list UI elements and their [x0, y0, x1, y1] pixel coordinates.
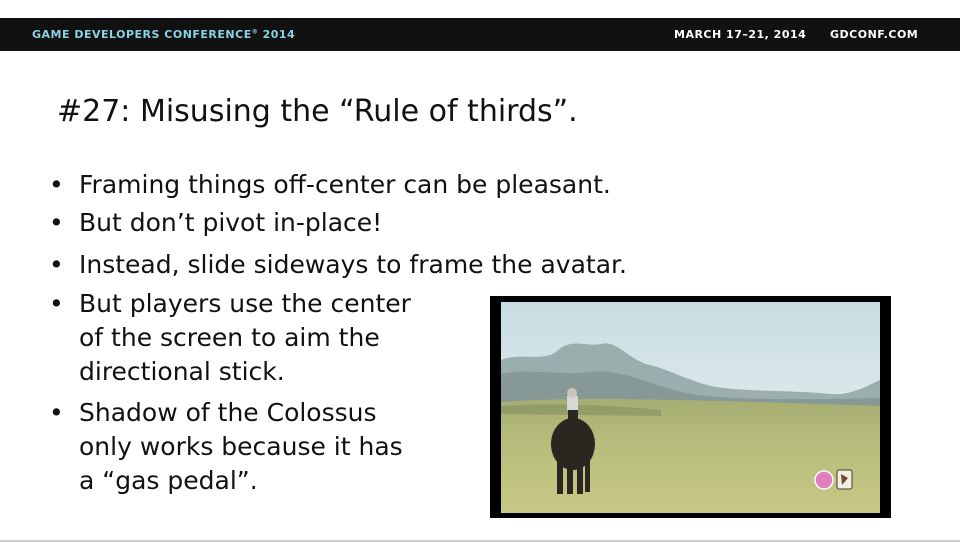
bullet-text: But don’t pivot in-place!: [79, 208, 383, 237]
horse-leg: [585, 458, 590, 492]
bullet-text: directional stick.: [79, 357, 285, 386]
horse-leg: [567, 464, 573, 494]
registered-mark: ®: [251, 28, 259, 36]
game-screenshot-image: [501, 302, 880, 513]
bullet-text: of the screen to aim the: [79, 323, 380, 352]
horse-leg: [577, 462, 583, 494]
bullet-text: only works because it has: [79, 432, 403, 461]
bullet-text: But players use the center: [79, 289, 411, 318]
bullet-dot-icon: •: [49, 170, 64, 199]
bullet-text: Framing things off-center can be pleasan…: [79, 170, 611, 199]
bullet-text: a “gas pedal”.: [79, 466, 258, 495]
conference-header-bar: GAME DEVELOPERS CONFERENCE® 2014 MARCH 1…: [0, 18, 960, 51]
bullet-dot-icon: •: [49, 398, 64, 427]
bullet-dot-icon: •: [49, 289, 64, 318]
bullet-text: Instead, slide sideways to frame the ava…: [79, 250, 627, 279]
game-screenshot-frame: [490, 296, 891, 518]
conference-website: GDCONF.COM: [830, 28, 919, 41]
horse-leg: [557, 462, 563, 494]
rider-head: [567, 388, 577, 398]
bullet-text: Shadow of the Colossus: [79, 398, 377, 427]
conference-dates: MARCH 17–21, 2014: [674, 28, 807, 41]
bullet-dot-icon: •: [49, 250, 64, 279]
bullet-dot-icon: •: [49, 208, 64, 237]
conference-name: GAME DEVELOPERS CONFERENCE® 2014: [32, 28, 295, 41]
conference-name-text: GAME DEVELOPERS CONFERENCE: [32, 28, 252, 41]
rider: [567, 396, 578, 410]
top-strip: [0, 0, 960, 18]
conference-year: 2014: [262, 28, 296, 41]
hud-grip-meter-icon: [814, 470, 834, 490]
slide-title: #27: Misusing the “Rule of thirds”.: [57, 94, 578, 129]
